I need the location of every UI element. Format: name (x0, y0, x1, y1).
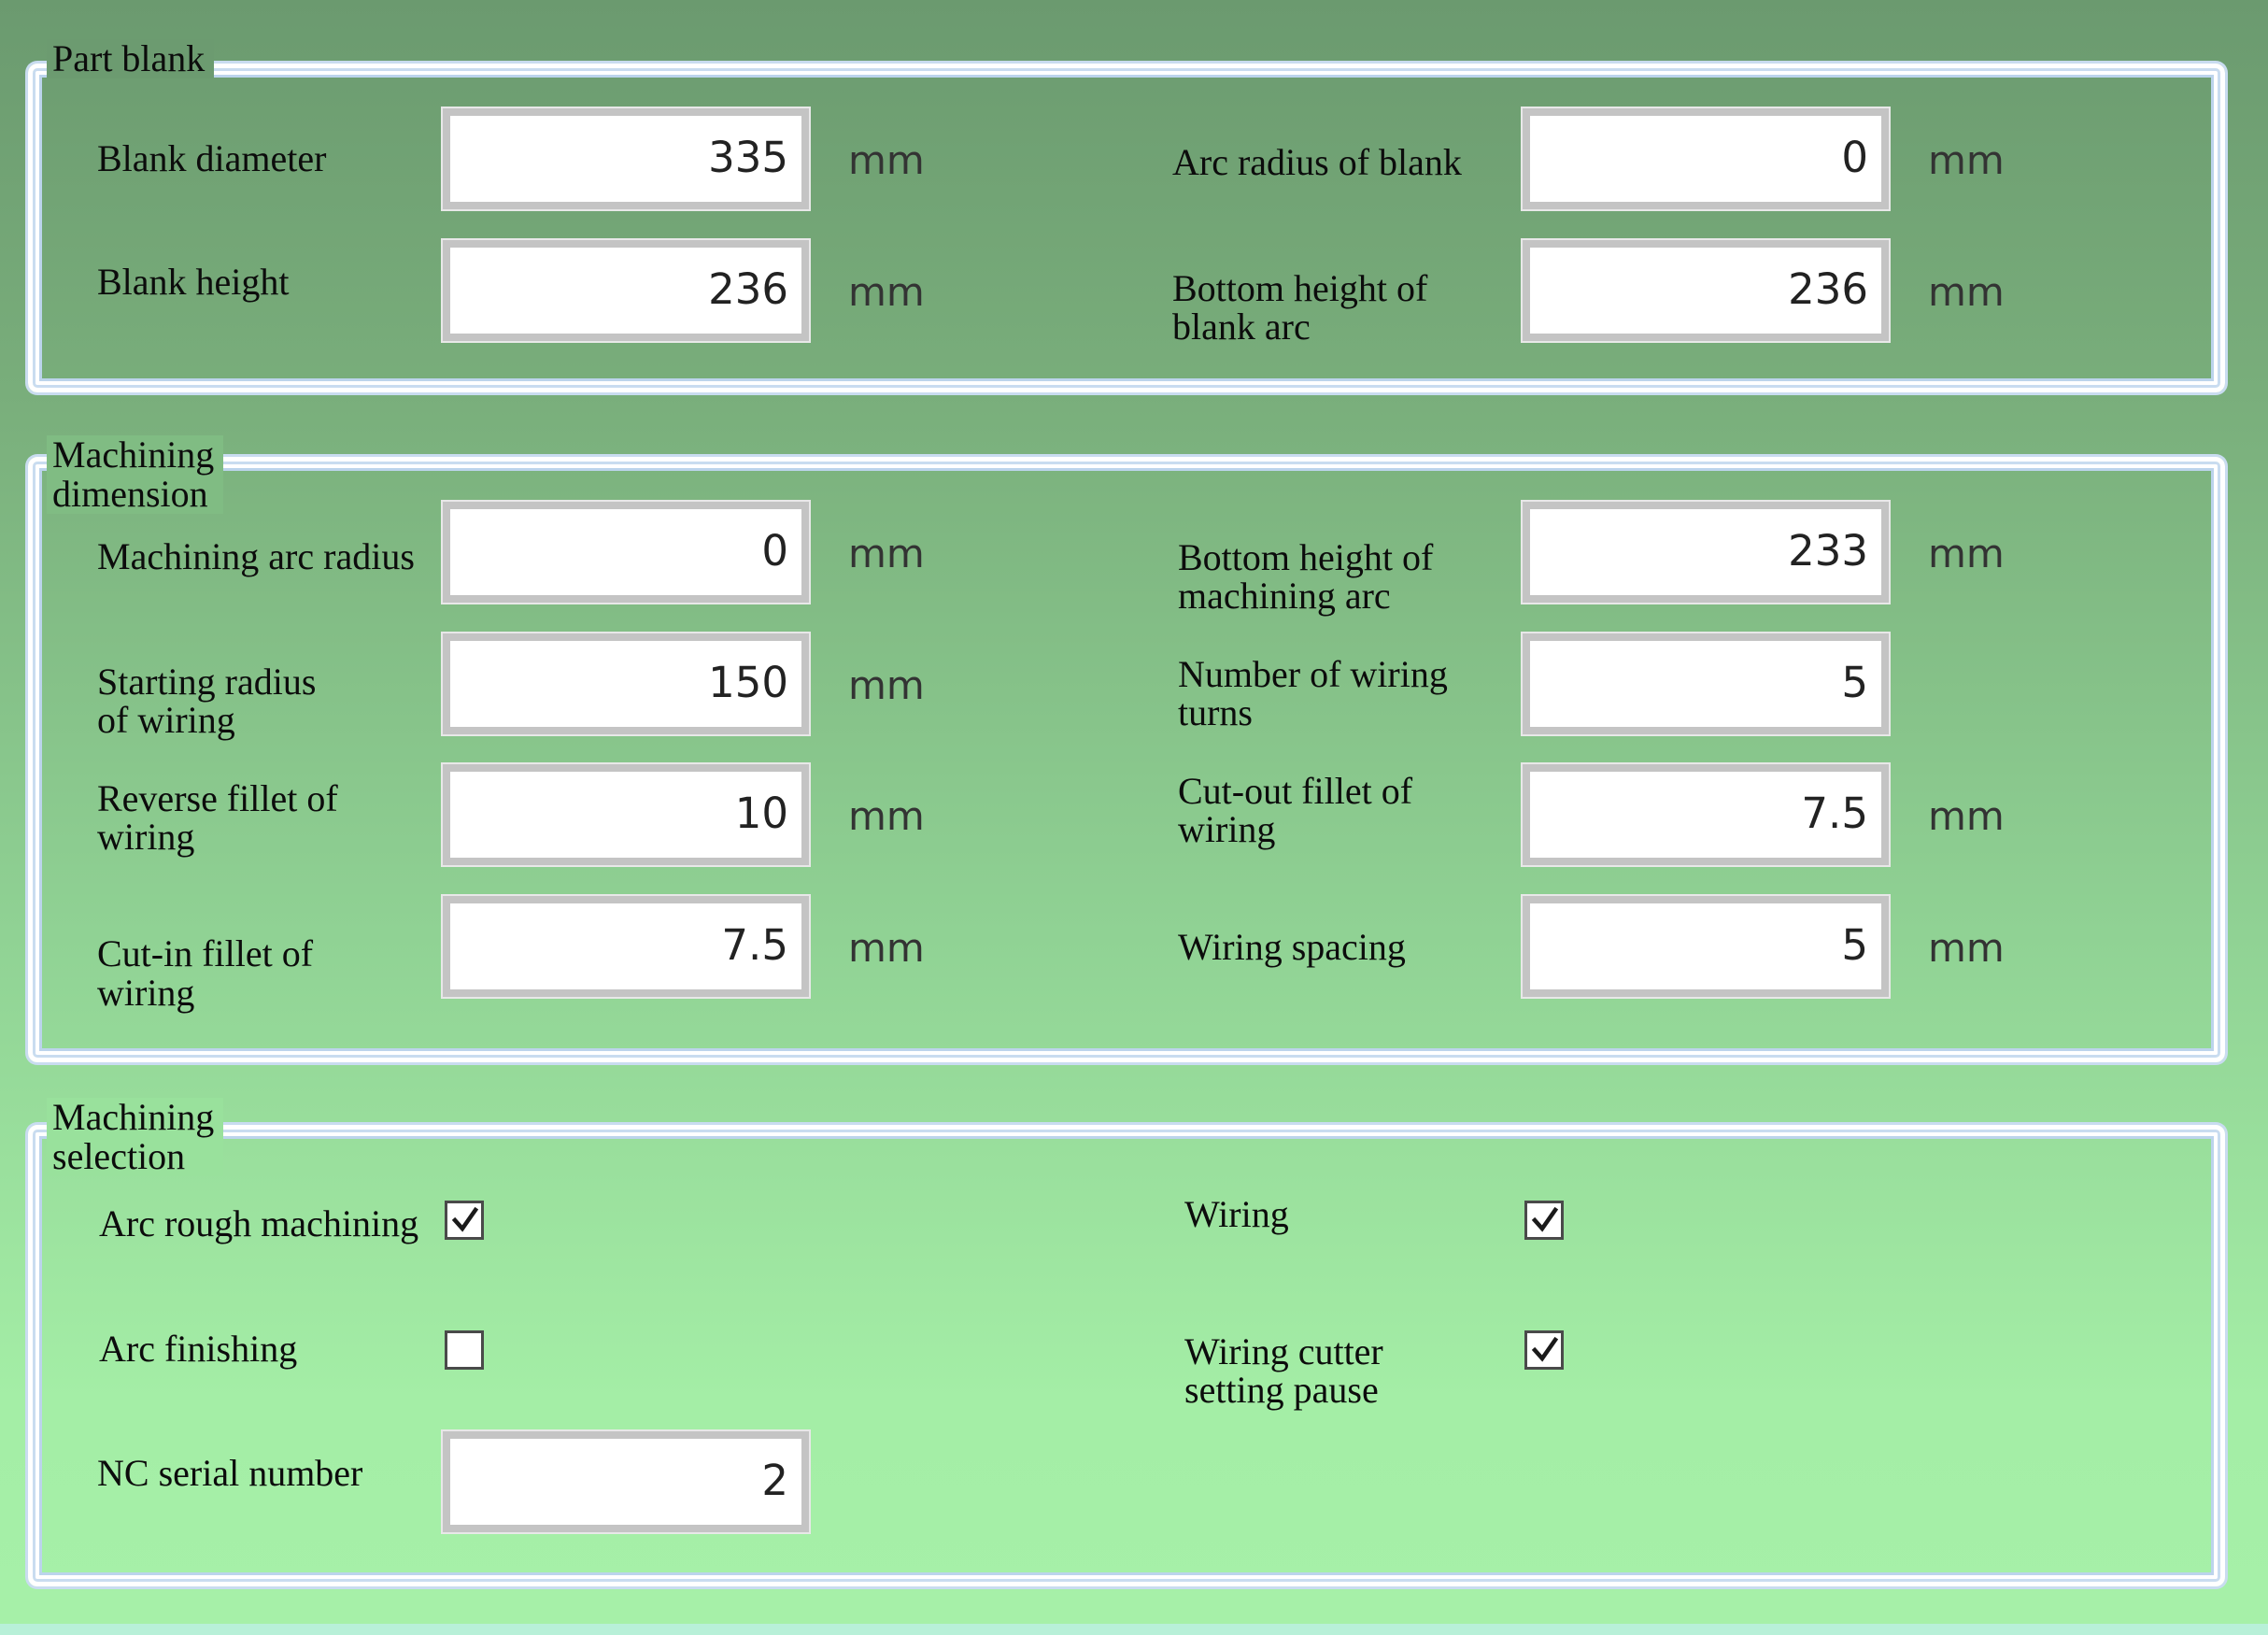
wiring-checkbox[interactable] (1524, 1201, 1564, 1240)
nc-serial-number-label: NC serial number (97, 1452, 363, 1494)
bottom-height-of-machining-arc-input[interactable]: 233 (1521, 500, 1891, 604)
reverse-fillet-of-wiring-label-line1: Reverse fillet of (97, 777, 338, 819)
cut-in-fillet-of-wiring-label-line2: wiring (97, 972, 195, 1014)
starting-radius-of-wiring-label-line2: of wiring (97, 699, 235, 741)
bottom-height-of-blank-arc-unit: mm (1928, 269, 2005, 315)
cut-out-fillet-of-wiring-unit: mm (1928, 793, 2005, 839)
arc-radius-of-blank-input[interactable]: 0 (1521, 107, 1891, 211)
cut-in-fillet-of-wiring-input[interactable]: 7.5 (441, 894, 811, 999)
arc-rough-machining-label: Arc rough machining (99, 1202, 419, 1244)
wiring-cutter-setting-pause-checkbox[interactable] (1524, 1330, 1564, 1370)
reverse-fillet-of-wiring-label-line2: wiring (97, 816, 195, 858)
cut-out-fillet-of-wiring-label-line1: Cut-out fillet of (1178, 770, 1413, 812)
machining-selection-title-line2: selection (52, 1135, 186, 1177)
number-of-wiring-turns-input[interactable]: 5 (1521, 632, 1891, 736)
machining-dimension-title-line1: Machining (52, 434, 215, 476)
blank-height-input[interactable]: 236 (441, 238, 811, 343)
arc-radius-of-blank-unit: mm (1928, 137, 2005, 183)
machining-arc-radius-unit: mm (848, 531, 925, 576)
reverse-fillet-of-wiring-input[interactable]: 10 (441, 762, 811, 867)
cut-out-fillet-of-wiring-label-line2: wiring (1178, 808, 1276, 850)
blank-diameter-input[interactable]: 335 (441, 107, 811, 211)
cut-out-fillet-of-wiring-input[interactable]: 7.5 (1521, 762, 1891, 867)
bottom-height-of-machining-arc-label-line1: Bottom height of (1178, 536, 1434, 578)
starting-radius-of-wiring-label-line1: Starting radius (97, 661, 317, 703)
machining-dimension-title: Machining dimension (47, 434, 224, 515)
blank-height-unit: mm (848, 269, 925, 315)
part-blank-group (28, 64, 2225, 392)
part-blank-title: Part blank (47, 39, 215, 78)
machining-arc-radius-input[interactable]: 0 (441, 500, 811, 604)
checkmark-icon (1531, 1336, 1559, 1362)
bottom-height-of-machining-arc-unit: mm (1928, 531, 2005, 576)
cut-in-fillet-of-wiring-unit: mm (848, 925, 925, 971)
arc-finishing-checkbox[interactable] (445, 1330, 484, 1370)
machining-selection-title: Machining selection (47, 1096, 224, 1177)
blank-height-label: Blank height (97, 261, 290, 303)
starting-radius-of-wiring-input[interactable]: 150 (441, 632, 811, 736)
blank-diameter-label: Blank diameter (97, 137, 327, 179)
checkmark-icon (451, 1206, 479, 1232)
machining-dimension-title-line2: dimension (52, 473, 208, 515)
wiring-spacing-unit: mm (1928, 925, 2005, 971)
bottom-height-of-blank-arc-label-line2: blank arc (1172, 306, 1311, 348)
bottom-strip (0, 1624, 2268, 1635)
wiring-spacing-input[interactable]: 5 (1521, 894, 1891, 999)
checkmark-icon (1531, 1206, 1559, 1232)
wiring-cutter-setting-pause-label-line2: setting pause (1184, 1369, 1379, 1411)
arc-rough-machining-checkbox[interactable] (445, 1201, 484, 1240)
number-of-wiring-turns-label-line2: turns (1178, 691, 1253, 733)
bottom-height-of-blank-arc-input[interactable]: 236 (1521, 238, 1891, 343)
bottom-height-of-machining-arc-label-line2: machining arc (1178, 575, 1391, 617)
nc-serial-number-input[interactable]: 2 (441, 1429, 811, 1534)
bottom-height-of-blank-arc-label-line1: Bottom height of (1172, 267, 1428, 309)
wiring-spacing-label: Wiring spacing (1178, 926, 1406, 968)
blank-diameter-unit: mm (848, 137, 925, 183)
wiring-label: Wiring (1184, 1193, 1289, 1235)
wiring-cutter-setting-pause-label-line1: Wiring cutter (1184, 1330, 1383, 1372)
arc-finishing-label: Arc finishing (99, 1328, 298, 1370)
reverse-fillet-of-wiring-unit: mm (848, 793, 925, 839)
number-of-wiring-turns-label-line1: Number of wiring (1178, 653, 1448, 695)
machining-selection-group (28, 1125, 2225, 1586)
arc-radius-of-blank-label: Arc radius of blank (1172, 141, 1462, 183)
starting-radius-of-wiring-unit: mm (848, 662, 925, 708)
machining-arc-radius-label: Machining arc radius (97, 535, 415, 577)
cut-in-fillet-of-wiring-label-line1: Cut-in fillet of (97, 932, 314, 974)
machining-selection-title-line1: Machining (52, 1096, 215, 1138)
